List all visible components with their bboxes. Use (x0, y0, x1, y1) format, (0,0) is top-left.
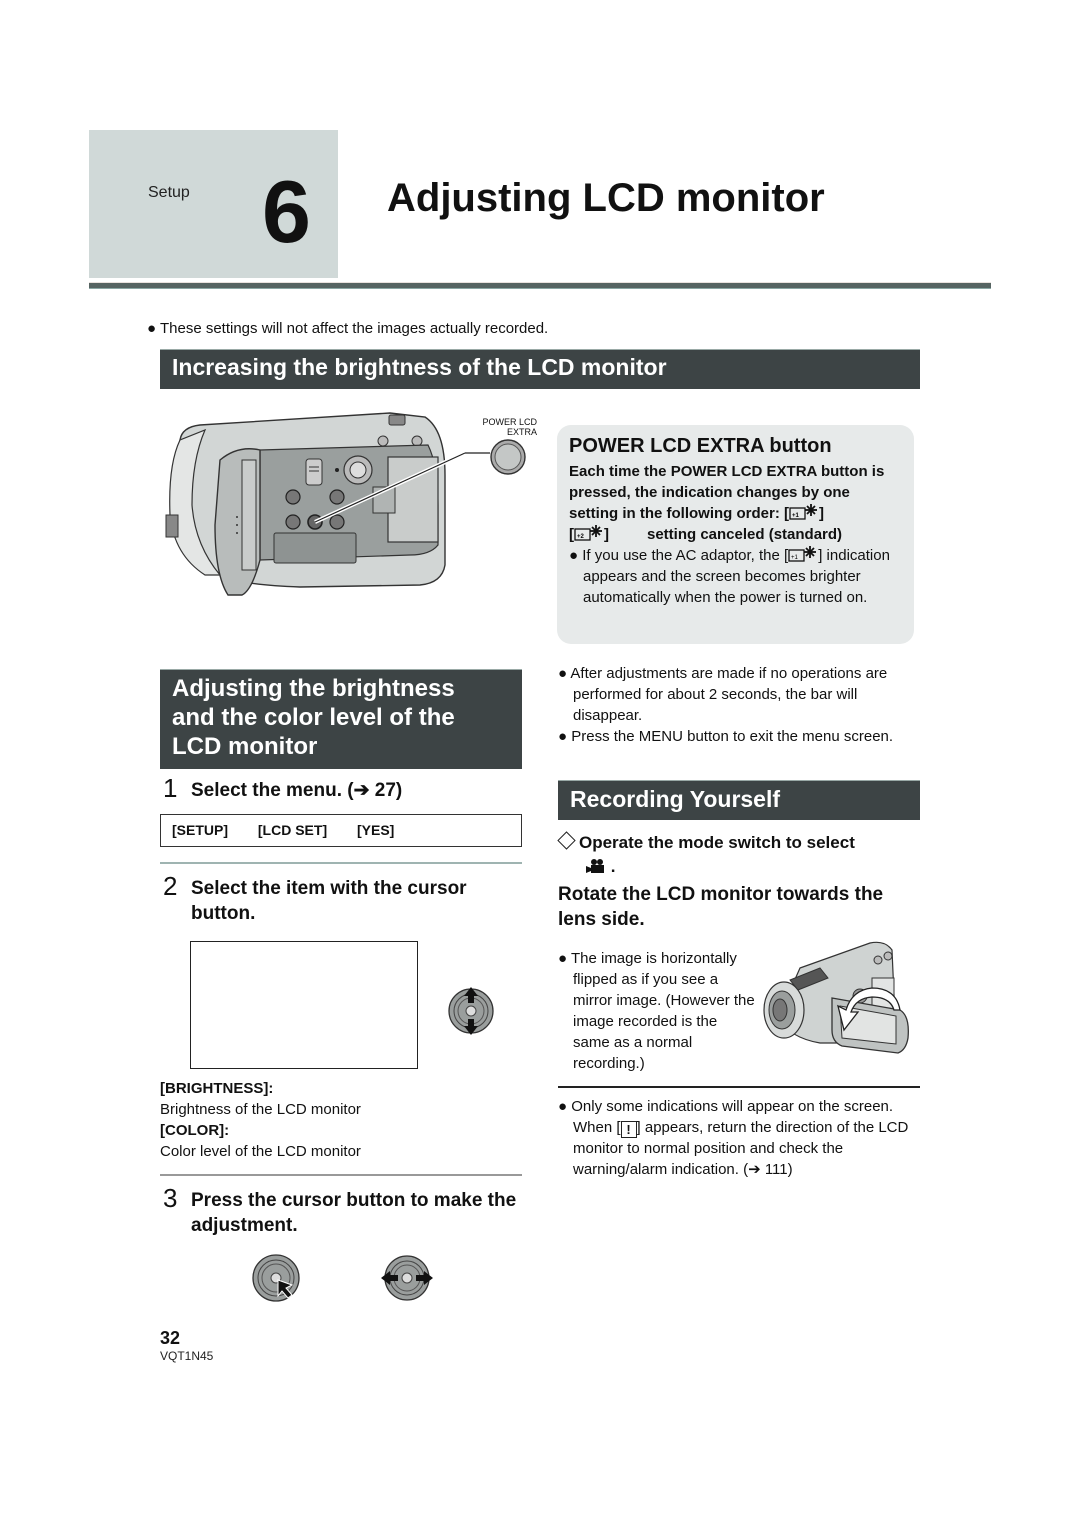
item-desc: Brightness of the LCD monitor (160, 1101, 361, 1118)
divider (160, 862, 522, 864)
page-number: 32 (160, 1328, 181, 1348)
infobox-description: Each time the POWER LCD EXTRA button is … (569, 463, 885, 543)
menu-path-item: [LCD SET] (257, 822, 328, 838)
bullet-icon: ● (569, 547, 583, 564)
svg-text:+1: +1 (791, 555, 799, 561)
menu-path-item: [SETUP] (172, 822, 228, 838)
indication-note: ● Only some indications will appear on t… (558, 1096, 923, 1180)
svg-text:+2: +2 (577, 534, 585, 540)
item-color: [COLOR]: Color level of the LCD monitor (160, 1120, 361, 1162)
mirror-image-note: ● The image is horizontally flipped as i… (558, 948, 758, 1074)
step-text: Press the cursor button to make the adju… (191, 1190, 517, 1236)
infobox-ac-adaptor-note: ● If you use the AC adaptor, the [+1] in… (569, 546, 890, 606)
power-lcd-extra-infobox: POWER LCD EXTRA button Each time the POW… (557, 425, 914, 644)
list-item: ● After adjustments are made if no opera… (558, 665, 888, 724)
camcorder-lcd-rotated-illustration (763, 941, 909, 1054)
header-divider (89, 282, 991, 289)
bullet-icon: ● (558, 950, 571, 967)
adjustment-notes: ● After adjustments are made if no opera… (558, 663, 923, 747)
step-text: Select the item with the cursor button. (191, 878, 467, 924)
chapter-number: 6 (262, 162, 311, 261)
divider (160, 1174, 522, 1176)
power-lcd-extra-label: POWER LCD EXTRA (482, 417, 537, 437)
item-brightness: [BRIGHTNESS]: Brightness of the LCD moni… (160, 1078, 361, 1120)
operate-mode-switch-instruction: Operate the mode switch to select . (556, 831, 921, 879)
lcd-brightness-plus1-icon: +1 (789, 504, 817, 520)
list-item: ● Press the MENU button to exit the menu… (558, 728, 894, 745)
step-text: Select the menu. (➔ 27) (191, 780, 403, 801)
section-heading-adjust-brightness-color: Adjusting the brightness and the color l… (160, 669, 522, 769)
step-1: 1 Select the menu. (➔ 27) (163, 773, 523, 803)
page-title: Adjusting LCD monitor (387, 176, 825, 220)
step-number: 1 (163, 773, 178, 803)
rotate-lcd-instruction: Rotate the LCD monitor towards the lens … (558, 884, 884, 930)
menu-path-item: [YES] (357, 822, 395, 838)
lcd-brightness-plus2-icon: +2 (574, 525, 602, 541)
lcd-screen-illustration (190, 941, 418, 1069)
document-code: VQT1N45 (160, 1349, 214, 1363)
cursor-button-up-down-icon (448, 987, 494, 1035)
warning-icon: ! (620, 1121, 637, 1138)
step-number: 2 (163, 871, 178, 901)
diamond-icon (557, 831, 576, 850)
section-heading-recording-yourself: Recording Yourself (558, 780, 920, 820)
cursor-button-left-right-icon (381, 1255, 433, 1301)
bullet-icon: ● (558, 665, 571, 682)
intro-note: ● These settings will not affect the ima… (147, 320, 549, 337)
step-number: 3 (163, 1183, 178, 1213)
menu-path-box: [SETUP] [LCD SET] [YES] (160, 814, 522, 847)
infobox-title: POWER LCD EXTRA button (569, 435, 832, 457)
list-item: ● The image is horizontally flipped as i… (558, 950, 755, 1072)
bullet-icon: ● (558, 728, 572, 745)
cursor-button-press-icon (252, 1254, 300, 1302)
section-heading-increase-brightness: Increasing the brightness of the LCD mon… (160, 349, 920, 389)
item-desc: Color level of the LCD monitor (160, 1143, 361, 1160)
bullet-icon: ● (147, 320, 160, 337)
svg-text:+1: +1 (792, 513, 800, 519)
section-label: Setup (148, 184, 190, 201)
bullet-icon: ● (558, 1098, 572, 1115)
item-term: [COLOR]: (160, 1122, 230, 1139)
list-item: ● Only some indications will appear on t… (558, 1098, 909, 1178)
lcd-brightness-plus1-icon: +1 (788, 546, 817, 562)
step-3: 3 Press the cursor button to make the ad… (163, 1183, 523, 1238)
video-mode-icon (586, 859, 604, 873)
item-term: [BRIGHTNESS]: (160, 1080, 274, 1097)
divider (558, 1086, 920, 1088)
step-2: 2 Select the item with the cursor button… (163, 871, 523, 926)
